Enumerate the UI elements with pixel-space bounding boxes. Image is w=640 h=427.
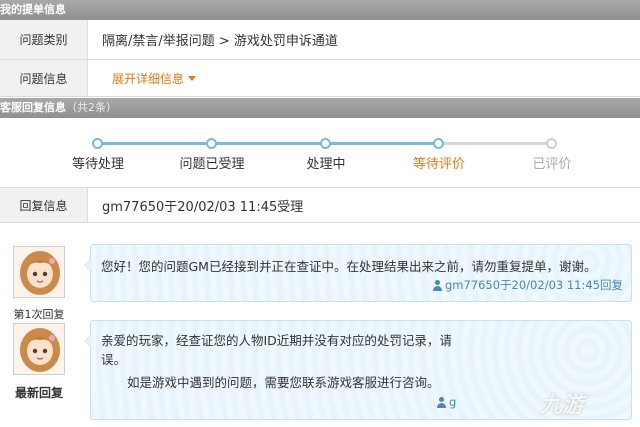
message-1-author: gm77650于20/02/03 11:45回复 xyxy=(444,278,623,292)
progress-tracker: 等待处理 问题已受理 处理中 等待评价 已评价 xyxy=(0,121,640,181)
reply-info-label: 回复信息 xyxy=(0,188,88,222)
category-label: 问题类别 xyxy=(0,20,88,59)
message-2-text-line-3: 如是游戏中遇到的问题，需要您联系游戏客服进行咨询。 xyxy=(127,375,440,390)
avatar xyxy=(13,323,65,375)
gm-avatar-icon xyxy=(14,247,64,297)
watermark-logo: 九游 xyxy=(540,393,585,418)
user-icon xyxy=(432,279,443,291)
step-label-reviewed: 已评价 xyxy=(532,157,572,172)
category-value: 隔离/禁言/举报问题 > 游戏处罚申诉通道 xyxy=(102,34,338,49)
category-row: 问题类别 隔离/禁言/举报问题 > 游戏处罚申诉通道 xyxy=(0,20,640,60)
message-2-meta: g xyxy=(436,395,456,409)
step-label-processing: 处理中 xyxy=(306,157,346,172)
issue-info-label: 问题信息 xyxy=(0,60,88,96)
reply-section-header: 客服回复信息（共2条） xyxy=(0,98,640,118)
reply-count: （共2条） xyxy=(66,101,117,114)
message-1-caption: 第1次回复 xyxy=(13,308,65,321)
step-label-awaiting-review: 等待评价 xyxy=(412,157,465,172)
message-1-bubble: 您好！您的问题GM已经接到并正在查证中。在处理结果出来之前，请勿重复提单，谢谢。… xyxy=(84,244,632,302)
message-1-meta: gm77650于20/02/03 11:45回复 xyxy=(432,277,623,293)
progress-node-1 xyxy=(92,138,103,149)
message-2-caption: 最新回复 xyxy=(14,386,63,400)
reply-section-title: 客服回复信息 xyxy=(0,101,66,114)
progress-node-2 xyxy=(206,138,217,149)
progress-track-pending xyxy=(438,142,551,145)
caret-down-icon xyxy=(188,75,197,81)
message-2-text-line-2: 误。 xyxy=(101,352,127,367)
progress-track-done xyxy=(97,142,438,145)
message-2-author: g xyxy=(449,395,457,409)
progress-node-3 xyxy=(320,138,331,149)
expand-details-link[interactable]: 展开详细信息 xyxy=(112,70,197,87)
expand-details[interactable]: 展开详细信息 xyxy=(112,60,197,96)
reply-info-value: gm77650于20/02/03 11:45受理 xyxy=(102,199,304,215)
progress-node-5 xyxy=(546,138,557,149)
reply-info-row: 回复信息 gm77650于20/02/03 11:45受理 xyxy=(0,187,640,223)
progress-node-4 xyxy=(433,138,444,149)
message-1-text: 您好！您的问题GM已经接到并正在查证中。在处理结果出来之前，请勿重复提单，谢谢。 xyxy=(101,259,597,274)
ticket-section-header: 我的提单信息 xyxy=(0,0,640,20)
expand-details-label: 展开详细信息 xyxy=(112,71,185,86)
step-label-accepted: 问题已受理 xyxy=(179,157,245,172)
user-icon xyxy=(436,396,447,408)
ticket-section-title: 我的提单信息 xyxy=(0,3,66,16)
message-2-text-line-1: 亲爱的玩家，经查证您的人物ID近期并没有对应的处罚记录，请 xyxy=(101,333,452,348)
step-label-waiting: 等待处理 xyxy=(71,157,124,172)
avatar xyxy=(13,246,65,298)
gm-avatar-icon xyxy=(14,324,64,374)
issue-info-row: 问题信息 展开详细信息 xyxy=(0,60,640,97)
